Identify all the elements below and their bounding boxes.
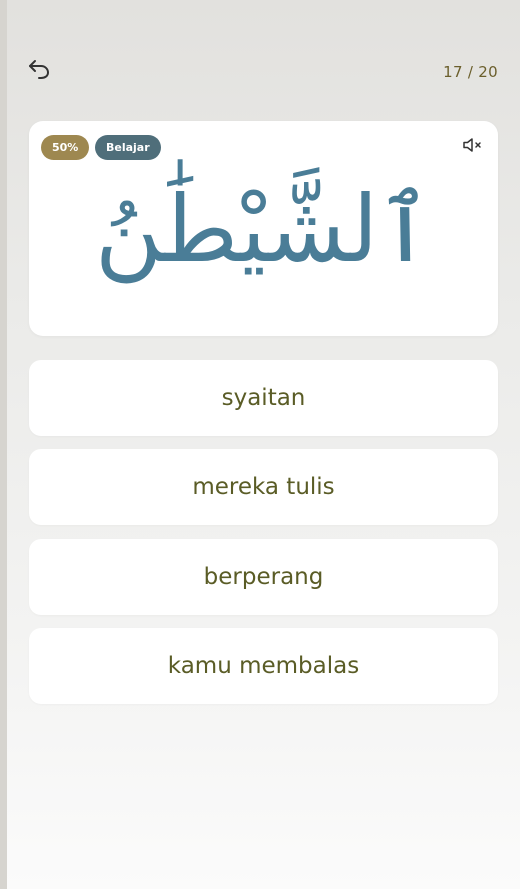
word-card: 50% Belajar ٱلشَّيْطَٰنُ <box>29 121 498 336</box>
answer-option[interactable]: syaitan <box>29 360 498 436</box>
answer-option[interactable]: kamu membalas <box>29 628 498 704</box>
answer-option[interactable]: berperang <box>29 539 498 615</box>
top-bar: 17 / 20 <box>0 0 520 110</box>
question-progress-counter: 17 / 20 <box>443 63 498 81</box>
answer-option[interactable]: mereka tulis <box>29 449 498 525</box>
undo-arrow-icon <box>26 57 52 85</box>
back-button[interactable] <box>22 55 56 87</box>
left-edge-strip <box>0 0 7 889</box>
arabic-word: ٱلشَّيْطَٰنُ <box>94 176 433 283</box>
